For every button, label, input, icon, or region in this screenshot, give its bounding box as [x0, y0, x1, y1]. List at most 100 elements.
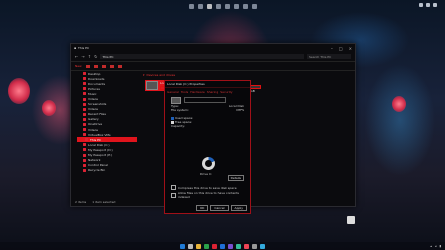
- sidebar-item-label: Downloads: [88, 76, 105, 81]
- fs-value: NTFS: [236, 108, 244, 112]
- compress-checkbox[interactable]: Compress this drive to save disk space: [171, 185, 237, 190]
- address-bar-row: ← → ↑ ↻ This PC Search This PC: [71, 52, 355, 62]
- app-icon[interactable]: [251, 3, 257, 9]
- dialog-tab[interactable]: General: [167, 90, 179, 94]
- start-icon[interactable]: [180, 243, 185, 249]
- app-icon[interactable]: [197, 3, 203, 9]
- ok-button[interactable]: OK: [196, 205, 209, 211]
- paste-icon[interactable]: [101, 64, 106, 68]
- top-icon-bar: [0, 0, 445, 12]
- sidebar-item-label: Pictures: [88, 86, 100, 91]
- tray-icon[interactable]: [419, 3, 423, 7]
- search-input[interactable]: Search This PC: [307, 54, 351, 59]
- maximize-button[interactable]: □: [339, 46, 343, 51]
- folder-icon: [83, 72, 86, 76]
- dialog-tab[interactable]: Security: [220, 90, 232, 94]
- folder-icon: [83, 153, 86, 157]
- sidebar-item-label: Network: [88, 158, 101, 163]
- cut-icon[interactable]: [85, 64, 90, 68]
- battery-icon[interactable]: ▮: [439, 244, 441, 248]
- new-button[interactable]: New: [75, 64, 82, 68]
- forward-icon[interactable]: →: [81, 54, 84, 59]
- lantern-right: [392, 96, 406, 112]
- back-icon[interactable]: ←: [75, 54, 78, 59]
- folder-icon: [83, 92, 86, 96]
- minimize-button[interactable]: –: [331, 46, 333, 51]
- sidebar-item-label: Documents: [88, 81, 106, 86]
- app-icon[interactable]: [215, 3, 221, 9]
- app-icon[interactable]: [252, 243, 257, 249]
- refresh-icon[interactable]: ↻: [94, 54, 97, 59]
- drive-label-input[interactable]: [184, 97, 226, 103]
- browser-icon[interactable]: [220, 243, 225, 249]
- app-icon[interactable]: [204, 243, 209, 249]
- file-explorer-icon[interactable]: [196, 243, 201, 249]
- sidebar-item-label: This PC: [90, 137, 101, 142]
- app-icon[interactable]: [242, 3, 248, 9]
- fs-label: File system:: [171, 108, 189, 112]
- app-icon[interactable]: [228, 243, 233, 249]
- disk-cleanup-button[interactable]: Details: [227, 175, 244, 181]
- dialog-tab[interactable]: Hardware: [190, 90, 204, 94]
- folder-icon: [83, 102, 86, 106]
- desktop-shortcut-icon[interactable]: [347, 216, 355, 224]
- sidebar-item-label: Videos: [88, 97, 98, 102]
- dialog-title-text: Local Disk (C:) Properties: [167, 82, 205, 86]
- lantern-left-lower: [42, 100, 56, 116]
- up-icon[interactable]: ↑: [88, 54, 91, 59]
- apply-button[interactable]: Apply: [230, 205, 247, 211]
- folder-icon: [83, 168, 86, 172]
- app-icon[interactable]: [206, 3, 212, 9]
- app-icon[interactable]: [236, 243, 241, 249]
- drive-label: Drive C:: [200, 172, 213, 176]
- sidebar-item[interactable]: Recycle Bin: [75, 168, 137, 173]
- folder-icon: [83, 77, 86, 81]
- section-header[interactable]: ▾ Devices and drives: [143, 73, 175, 77]
- tray-icon[interactable]: [426, 3, 430, 7]
- sidebar-item-label: Gallery: [88, 117, 99, 122]
- app-icon[interactable]: [233, 3, 239, 9]
- volume-icon[interactable]: ◂: [435, 244, 437, 248]
- usage-donut-chart: [202, 157, 215, 170]
- folder-icon: [83, 117, 86, 121]
- taskbar: ▴ ◂ ▮: [0, 242, 445, 250]
- command-bar: New: [71, 62, 355, 71]
- sidebar-item-label: VirtualBox VMs: [88, 132, 111, 137]
- address-path-text: This PC: [102, 54, 114, 59]
- app-icon[interactable]: [212, 243, 217, 249]
- dialog-tab[interactable]: Sharing: [207, 90, 219, 94]
- app-icon[interactable]: [244, 243, 249, 249]
- sidebar-item-label: Control Panel: [88, 163, 108, 168]
- copy-icon[interactable]: [93, 64, 98, 68]
- sidebar-item-label: Videos: [88, 107, 98, 112]
- sidebar-item-label: OneDrive: [88, 122, 103, 127]
- compress-label: Compress this drive to save disk space: [178, 185, 237, 190]
- wifi-icon[interactable]: ▴: [430, 244, 432, 248]
- folder-icon: [83, 143, 86, 147]
- sidebar-item-label: Music: [88, 91, 97, 96]
- folder-icon: [83, 107, 86, 111]
- tab-title: This PC: [78, 46, 90, 50]
- app-icon[interactable]: [260, 243, 265, 249]
- app-icon[interactable]: [188, 3, 194, 9]
- dialog-tab[interactable]: Tools: [181, 90, 188, 94]
- search-icon[interactable]: [188, 243, 193, 249]
- capacity-row: Capacity:: [165, 124, 250, 128]
- navigation-pane: Desktop Downloads Documents Pictures Music Vi…: [75, 71, 137, 199]
- delete-icon[interactable]: [117, 64, 122, 68]
- tab-this-pc[interactable]: ▪ This PC: [74, 46, 89, 50]
- cancel-button[interactable]: Cancel: [210, 205, 229, 211]
- dialog-tabs: General Tools Hardware Sharing Security: [165, 88, 250, 96]
- tray-icon[interactable]: [433, 3, 437, 7]
- address-path[interactable]: This PC: [100, 54, 304, 59]
- folder-icon: [83, 97, 86, 101]
- app-icon[interactable]: [224, 3, 230, 9]
- rename-icon[interactable]: [109, 64, 114, 68]
- index-checkbox[interactable]: Allow files on this drive to have conten…: [171, 191, 250, 199]
- folder-icon: [83, 112, 86, 116]
- sidebar-item-label: Screenshots: [88, 102, 107, 107]
- sidebar-item-label: Local Disk (C:): [88, 142, 110, 147]
- close-button[interactable]: ×: [349, 46, 352, 51]
- folder-icon: [83, 87, 86, 91]
- sidebar-item-label: Recycle Bin: [88, 168, 106, 173]
